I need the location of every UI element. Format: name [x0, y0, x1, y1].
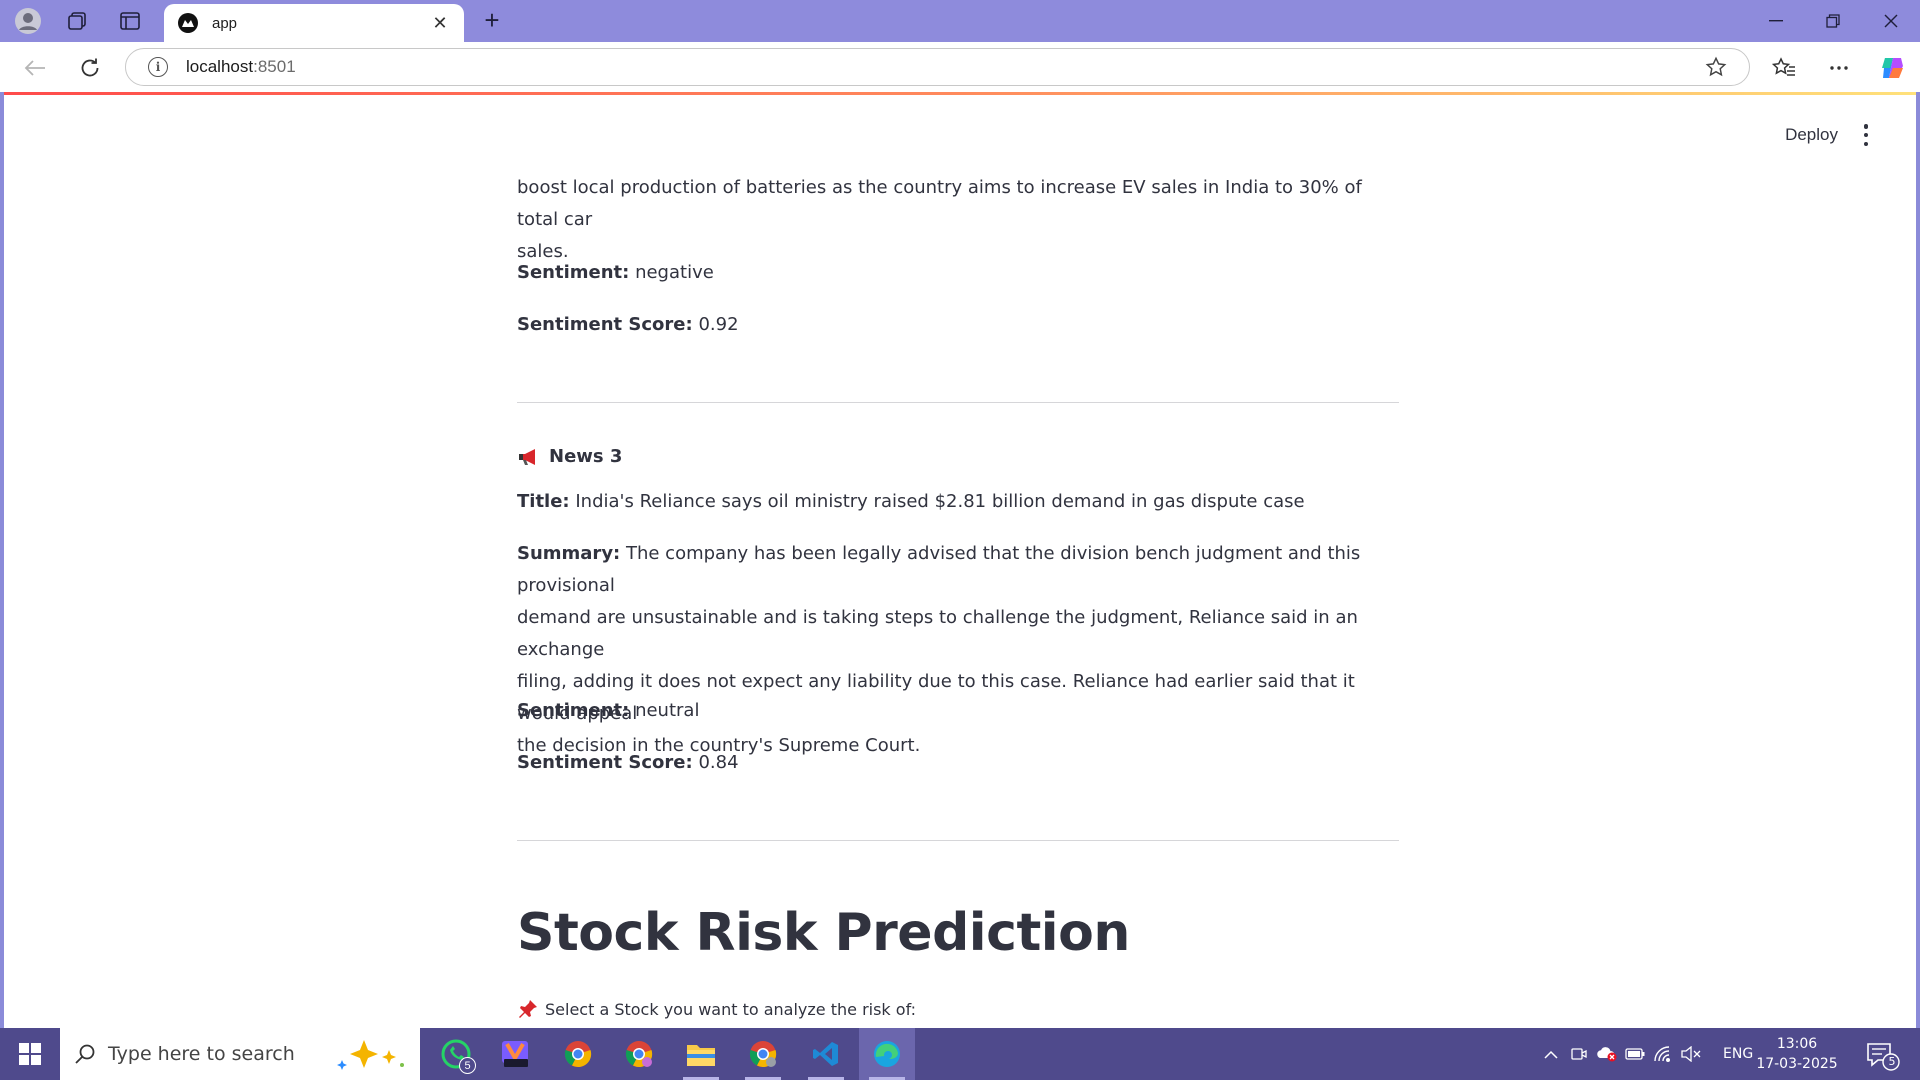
chrome-h-app-icon[interactable] — [735, 1028, 791, 1080]
file-explorer-app-icon[interactable] — [673, 1028, 729, 1080]
wifi-icon[interactable] — [1649, 1028, 1677, 1080]
notification-count: 5 — [1888, 1055, 1896, 1068]
system-tray — [1537, 1028, 1705, 1080]
input-language[interactable]: ENG — [1723, 1046, 1753, 1062]
deploy-button[interactable]: Deploy — [1785, 125, 1838, 145]
news-3-heading: News 3 — [517, 446, 622, 467]
news-3-sentiment-score: Sentiment Score: 0.84 — [517, 752, 739, 773]
profile-icon[interactable] — [14, 8, 42, 34]
notification-center-icon[interactable]: 5 — [1862, 1038, 1902, 1072]
app-page: Deploy — — — — — — — — — — — — — — — — —… — [4, 95, 1916, 1028]
show-hidden-icons-icon[interactable] — [1537, 1028, 1565, 1080]
browser-title-bar: app ✕ + — [0, 0, 1920, 42]
clock-time: 13:06 — [1776, 1036, 1818, 1052]
whatsapp-app-icon[interactable]: 5 — [428, 1028, 484, 1080]
browser-toolbar: i localhost:8501 — [0, 42, 1920, 92]
favorite-star-icon[interactable] — [1701, 56, 1731, 78]
news-3-sentiment: Sentiment: neutral — [517, 700, 700, 721]
vscode-app-icon[interactable] — [798, 1028, 854, 1080]
back-icon[interactable] — [20, 53, 50, 83]
search-icon — [74, 1043, 96, 1065]
main-menu-icon[interactable] — [1860, 124, 1872, 146]
pushpin-icon — [517, 998, 539, 1020]
favorites-icon[interactable] — [1769, 53, 1799, 83]
meet-now-icon[interactable] — [1565, 1028, 1593, 1080]
m365-app-icon[interactable] — [488, 1028, 544, 1080]
search-placeholder: Type here to search — [108, 1043, 295, 1065]
collections-icon[interactable] — [63, 8, 91, 34]
tab-actions-icon[interactable] — [116, 8, 144, 34]
edge-app-icon[interactable] — [859, 1028, 915, 1080]
megaphone-icon — [517, 447, 541, 467]
clipped-text-line: — — — — — — — — — — — — — — — — — — — — … — [517, 117, 1399, 131]
chrome-app-icon[interactable] — [550, 1028, 606, 1080]
tab-title: app — [212, 14, 238, 32]
site-info-icon[interactable]: i — [148, 57, 168, 77]
battery-icon[interactable] — [1621, 1028, 1649, 1080]
tab-app[interactable]: app ✕ — [164, 4, 464, 42]
stock-select-label: Select a Stock you want to analyze the r… — [517, 998, 916, 1020]
copilot-sparkle-icon — [334, 1038, 408, 1077]
taskbar-search-box[interactable]: Type here to search — [60, 1028, 420, 1080]
stock-risk-heading: Stock Risk Prediction — [517, 903, 1130, 963]
taskbar-clock[interactable]: 13:06 17-03-2025 — [1755, 1034, 1839, 1074]
whatsapp-badge: 5 — [459, 1057, 476, 1074]
news-3-summary: Summary: The company has been legally ad… — [517, 543, 1361, 756]
windows-taskbar: Type here to search 5 ENG 13:06 17-03-20… — [0, 1028, 1920, 1080]
reload-icon[interactable] — [75, 53, 105, 83]
speaker-muted-icon[interactable] — [1677, 1028, 1705, 1080]
onedrive-error-icon[interactable] — [1593, 1028, 1621, 1080]
tab-close-icon[interactable]: ✕ — [430, 13, 450, 34]
divider — [517, 402, 1399, 403]
url-text[interactable]: localhost:8501 — [186, 57, 1701, 77]
previous-sentiment: Sentiment: negative — [517, 262, 714, 283]
copilot-icon[interactable] — [1878, 53, 1908, 83]
address-bar[interactable]: i localhost:8501 — [125, 48, 1750, 86]
clock-date: 17-03-2025 — [1756, 1056, 1838, 1072]
chrome-profile-app-icon[interactable] — [611, 1028, 667, 1080]
news-3-title: Title: India's Reliance says oil ministr… — [517, 491, 1305, 512]
close-window-icon[interactable] — [1868, 6, 1914, 36]
divider — [517, 840, 1399, 841]
previous-sentiment-score: Sentiment Score: 0.92 — [517, 314, 739, 335]
minimize-icon[interactable] — [1753, 6, 1799, 36]
previous-summary-tail: boost local production of batteries as t… — [517, 177, 1362, 262]
streamlit-favicon-icon — [178, 13, 198, 33]
restore-icon[interactable] — [1810, 6, 1856, 36]
more-options-icon[interactable] — [1824, 53, 1854, 83]
windows-start-icon[interactable] — [0, 1028, 60, 1080]
new-tab-button[interactable]: + — [478, 7, 506, 35]
